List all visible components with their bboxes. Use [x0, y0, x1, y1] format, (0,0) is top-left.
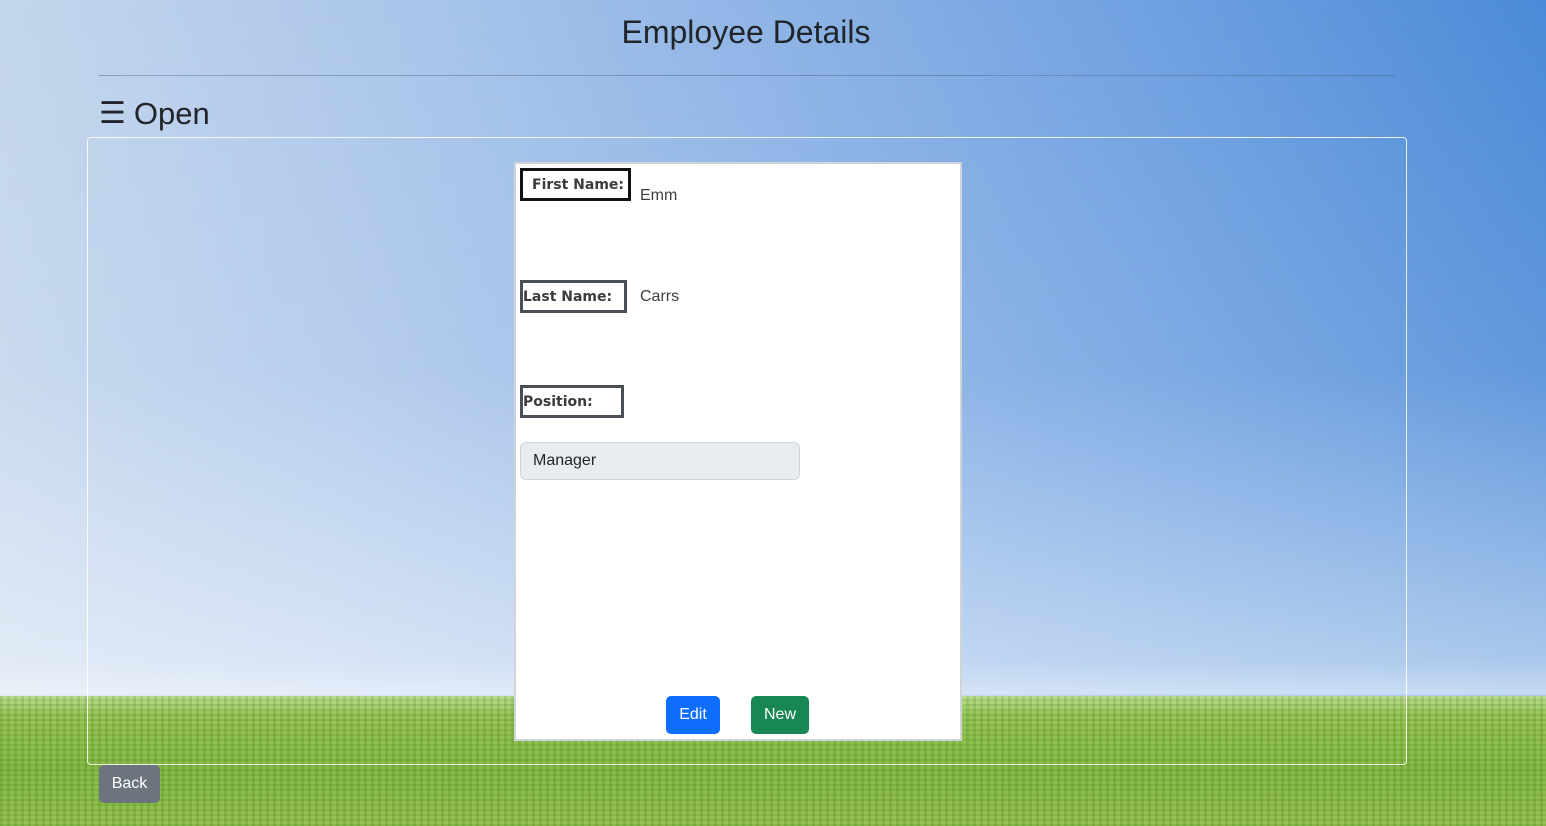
open-menu-toggle[interactable]: ☰ Open: [99, 96, 210, 132]
first-name-label: First Name:: [520, 168, 631, 201]
hamburger-menu-icon: ☰: [99, 97, 126, 130]
back-button[interactable]: Back: [99, 765, 160, 803]
employee-card: First Name: Emm Last Name: Carrs Positio…: [514, 162, 962, 741]
last-name-label: Last Name:: [520, 280, 627, 313]
position-label: Position:: [520, 385, 624, 418]
page-title: Employee Details: [621, 14, 871, 50]
last-name-value: Carrs: [640, 288, 680, 305]
first-name-value: Emm: [640, 187, 678, 204]
edit-button[interactable]: Edit: [666, 696, 720, 734]
position-select[interactable]: Manager: [520, 442, 800, 480]
new-button[interactable]: New: [751, 696, 809, 734]
open-menu-label: Open: [133, 96, 210, 131]
header-divider: [99, 75, 1395, 76]
